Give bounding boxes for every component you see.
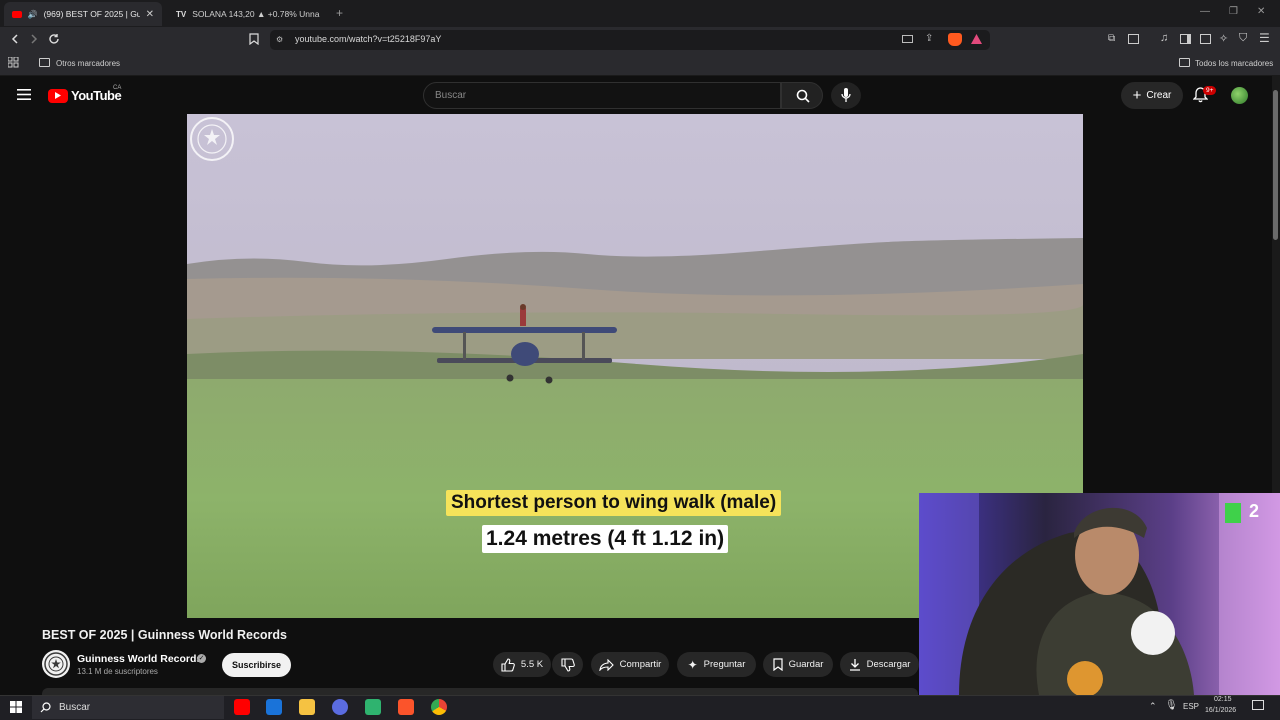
webcam-feed <box>919 493 1280 695</box>
notification-center-icon[interactable] <box>1252 700 1264 710</box>
video-title: BEST OF 2025 | Guinness World Records <box>42 628 287 642</box>
vpn-shield-icon[interactable]: ⛉ <box>1239 32 1247 45</box>
audio-playing-icon[interactable]: 🔊 <box>28 10 38 19</box>
reload-icon[interactable] <box>48 33 60 45</box>
tab-title: SOLANA 143,20 ▲ +0.78% Unnamed <box>192 9 320 19</box>
voice-search-button[interactable] <box>831 82 861 109</box>
microphone-icon <box>841 88 851 103</box>
close-tab-icon[interactable]: ✕ <box>146 9 154 20</box>
store-app-icon[interactable] <box>266 699 282 715</box>
maximize-window-icon[interactable]: ❐ <box>1229 6 1238 17</box>
save-label: Guardar <box>788 659 824 670</box>
close-window-icon[interactable]: ✕ <box>1257 6 1265 17</box>
share-label: Compartir <box>619 659 662 670</box>
brave-rewards-icon[interactable] <box>971 34 982 44</box>
site-settings-icon[interactable]: ⚙ <box>276 35 283 44</box>
share-arrow-icon <box>598 658 614 671</box>
screenshot-icon[interactable] <box>1128 34 1139 44</box>
language-indicator[interactable]: ESP <box>1183 702 1199 711</box>
search-button[interactable] <box>781 82 823 109</box>
search-input[interactable]: Buscar <box>423 82 781 109</box>
verified-badge-icon: ✓ <box>197 654 206 663</box>
taskbar-search-placeholder: Buscar <box>59 702 91 713</box>
subscriber-count: 13.1 M de suscriptores <box>77 667 158 676</box>
tradingview-favicon-icon: TV <box>176 9 187 19</box>
region-code: CA <box>113 85 122 91</box>
microphone-tray-icon[interactable]: 🎙 <box>1165 700 1178 711</box>
bookmark-folder-all[interactable]: Todos los marcadores <box>1195 59 1273 68</box>
bookmark-folder-others[interactable]: Otros marcadores <box>56 59 120 68</box>
youtube-play-logo-icon <box>48 88 68 103</box>
new-tab-icon[interactable]: + <box>336 6 343 20</box>
create-label: Crear <box>1146 90 1172 101</box>
leo-ai-icon[interactable]: ✧ <box>1219 32 1228 45</box>
extensions-icon[interactable]: ⧉ <box>1108 33 1115 44</box>
ask-button[interactable]: ✦ Preguntar <box>677 652 756 677</box>
thumbs-up-icon <box>501 657 515 672</box>
windows-start-icon[interactable] <box>10 701 22 713</box>
chrome-browser-icon[interactable] <box>431 699 447 715</box>
youtube-logo[interactable]: YouTube <box>48 88 122 103</box>
url-text[interactable]: youtube.com/watch?v=t25218F97aY <box>295 34 441 44</box>
sparkle-icon: ✦ <box>687 657 698 672</box>
media-controls-icon[interactable]: ♫ <box>1160 32 1168 44</box>
thumbs-down-icon <box>560 657 575 672</box>
account-avatar[interactable] <box>1231 87 1248 104</box>
webcam-overlay <box>919 493 1280 695</box>
folder-icon <box>1179 58 1190 67</box>
subscribe-button[interactable]: Suscribirse <box>222 653 291 677</box>
show-hidden-icons-icon[interactable]: ⌃ <box>1149 701 1157 712</box>
tab-title: (969) BEST OF 2025 | Guinness <box>43 9 140 19</box>
like-button[interactable]: 5.5 K <box>493 652 551 677</box>
channel-avatar[interactable] <box>42 650 70 678</box>
clock-date[interactable]: 16/1/2026 <box>1205 707 1236 714</box>
bookmark-page-icon[interactable] <box>249 33 259 45</box>
channel-name[interactable]: Guinness World Records <box>77 653 202 665</box>
share-button[interactable]: Compartir <box>591 652 669 677</box>
hamburger-menu-icon[interactable] <box>17 89 31 100</box>
youtube-app-icon[interactable] <box>234 699 250 715</box>
bookmark-icon <box>772 658 783 671</box>
tab-youtube[interactable]: 🔊 (969) BEST OF 2025 | Guinness ✕ <box>4 2 162 26</box>
scrollbar-thumb[interactable] <box>1273 90 1278 240</box>
cast-icon[interactable] <box>902 35 913 43</box>
video-caption-title: Shortest person to wing walk (male) <box>446 490 782 516</box>
ask-label: Preguntar <box>703 659 746 670</box>
back-icon[interactable] <box>9 33 21 45</box>
search-placeholder: Buscar <box>435 90 467 101</box>
like-count: 5.5 K <box>520 659 544 670</box>
create-button[interactable]: + Crear <box>1121 82 1183 109</box>
search-icon <box>40 702 51 713</box>
wallet-icon[interactable] <box>1200 34 1211 44</box>
description-box-edge[interactable] <box>42 688 918 695</box>
sidebar-toggle-icon[interactable] <box>1180 34 1191 44</box>
file-explorer-icon[interactable] <box>299 699 315 715</box>
save-button[interactable]: Guardar <box>763 652 833 677</box>
viewer-count-badge: 2 <box>1249 501 1260 521</box>
share-page-icon[interactable]: ⇪ <box>925 33 933 44</box>
download-label: Descargar <box>866 659 911 670</box>
minimize-window-icon[interactable]: — <box>1200 6 1210 17</box>
apps-grid-icon[interactable] <box>8 57 19 68</box>
brave-shields-icon[interactable] <box>948 33 962 46</box>
dislike-button[interactable] <box>552 652 583 677</box>
obs-app-icon[interactable] <box>365 699 381 715</box>
clock-time[interactable]: 02:15 <box>1214 696 1232 703</box>
main-menu-icon[interactable]: ☰ <box>1259 31 1270 45</box>
messenger-app-icon[interactable] <box>332 699 348 715</box>
taskbar-search-box[interactable]: Buscar <box>32 696 224 719</box>
bookmarks-bar <box>0 52 1280 76</box>
forward-icon[interactable] <box>28 33 40 45</box>
download-button[interactable]: Descargar <box>840 652 919 677</box>
tab-solana[interactable]: TV SOLANA 143,20 ▲ +0.78% Unnamed <box>168 2 328 26</box>
plus-icon: + <box>1132 86 1142 104</box>
download-icon <box>849 658 861 671</box>
search-icon <box>796 89 810 103</box>
notifications-badge: 9+ <box>1203 86 1217 95</box>
video-caption-measurement: 1.24 metres (4 ft 1.12 in) <box>482 525 729 553</box>
folder-icon <box>39 58 50 67</box>
brave-browser-icon[interactable] <box>398 699 414 715</box>
youtube-favicon-icon <box>12 10 22 18</box>
